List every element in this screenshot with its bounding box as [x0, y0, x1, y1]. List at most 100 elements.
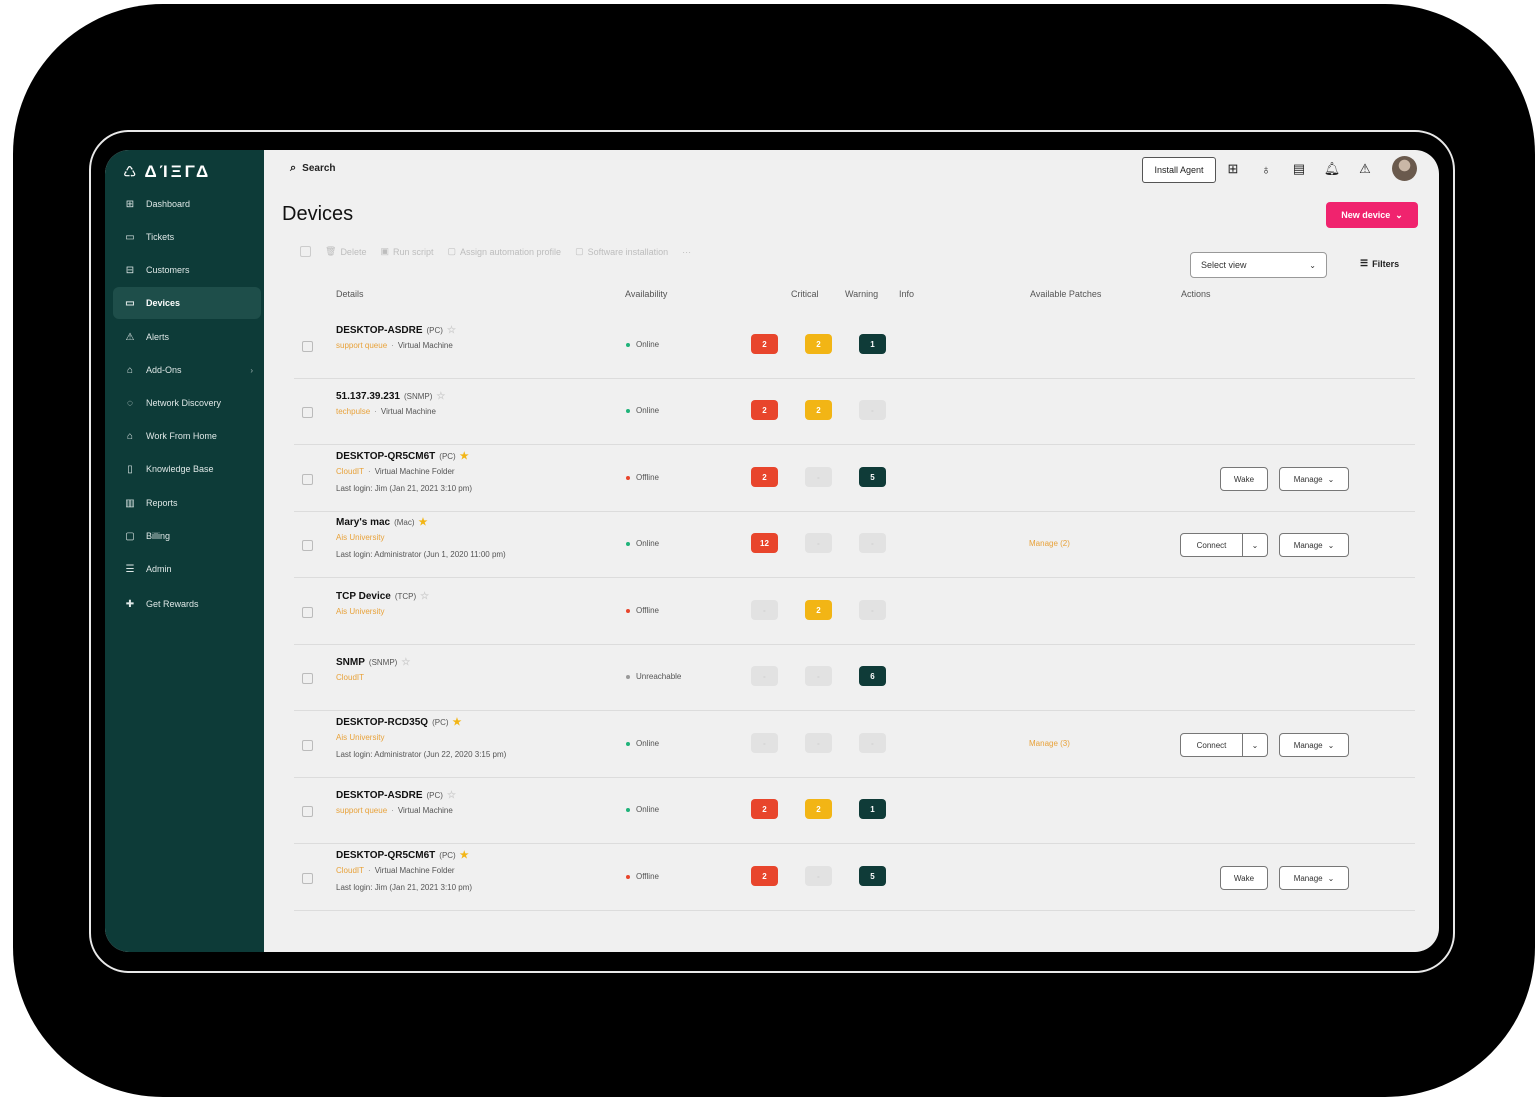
logo[interactable]: ♺ ΔΊΞΓΔ [123, 160, 211, 184]
row-checkbox[interactable] [302, 673, 313, 684]
warning-badge[interactable]: - [805, 533, 832, 553]
sidebar-item-alerts[interactable]: ⚠ Alerts [113, 321, 261, 353]
row-checkbox[interactable] [302, 740, 313, 751]
notes-icon[interactable]: ▤ [1290, 160, 1308, 178]
info-badge[interactable]: - [859, 600, 886, 620]
row-checkbox[interactable] [302, 341, 313, 352]
manage-button[interactable]: Manage ⌄ [1279, 467, 1349, 491]
critical-badge[interactable]: 12 [751, 533, 778, 553]
device-name[interactable]: TCP Device (TCP) ☆ [336, 591, 429, 602]
sidebar-item-admin[interactable]: ☰ Admin [113, 553, 261, 585]
manage-button[interactable]: Manage ⌄ [1279, 733, 1349, 757]
info-badge[interactable]: - [859, 733, 886, 753]
sidebar-item-customers[interactable]: ⊟ Customers [113, 254, 261, 286]
available-patches-link[interactable]: Manage (2) [1029, 539, 1070, 548]
star-outline-icon[interactable]: ☆ [420, 591, 429, 602]
manage-button[interactable]: Manage ⌄ [1279, 866, 1349, 890]
info-badge[interactable]: - [859, 533, 886, 553]
customer-link[interactable]: Ais University [336, 607, 384, 616]
critical-badge[interactable]: - [751, 666, 778, 686]
bulk-delete[interactable]: 🗑︎ Delete [325, 246, 366, 257]
critical-badge[interactable]: - [751, 733, 778, 753]
star-outline-icon[interactable]: ☆ [447, 325, 456, 336]
device-name[interactable]: DESKTOP-QR5CM6T (PC) ★ [336, 850, 469, 861]
new-device-button[interactable]: New device ⌄ [1326, 202, 1418, 228]
bell-icon[interactable]: 🔔︎ [1323, 160, 1341, 178]
critical-badge[interactable]: - [751, 600, 778, 620]
wake-button[interactable]: Wake [1220, 467, 1268, 491]
device-name[interactable]: SNMP (SNMP) ☆ [336, 657, 410, 668]
sidebar-item-add-ons[interactable]: ⌂ Add-Ons › [113, 354, 261, 386]
row-checkbox[interactable] [302, 607, 313, 618]
filters-button[interactable]: ☰ Filters [1360, 258, 1399, 269]
connect-button[interactable]: Connect ⌄ [1180, 533, 1268, 557]
star-outline-icon[interactable]: ☆ [401, 657, 410, 668]
search-bar[interactable]: ⌕ Search [290, 162, 336, 175]
install-agent-button[interactable]: Install Agent [1142, 157, 1216, 183]
device-name[interactable]: 51.137.39.231 (SNMP) ☆ [336, 391, 445, 402]
star-filled-icon[interactable]: ★ [460, 850, 469, 861]
available-patches-link[interactable]: Manage (3) [1029, 739, 1070, 748]
sidebar-item-work-from-home[interactable]: ⌂ Work From Home [113, 420, 261, 452]
critical-badge[interactable]: 2 [751, 400, 778, 420]
bulk-more[interactable]: ··· [682, 247, 691, 257]
bulk-run-script[interactable]: ▣ Run script [380, 246, 433, 257]
customer-link[interactable]: CloudIT [336, 467, 364, 476]
warning-badge[interactable]: - [805, 733, 832, 753]
customer-link[interactable]: Ais University [336, 533, 384, 542]
star-filled-icon[interactable]: ★ [460, 451, 469, 462]
connect-button[interactable]: Connect ⌄ [1180, 733, 1268, 757]
bulk-assign-profile[interactable]: ▢ Assign automation profile [447, 246, 561, 257]
device-name[interactable]: Mary's mac (Mac) ★ [336, 517, 428, 528]
star-outline-icon[interactable]: ☆ [447, 790, 456, 801]
warning-badge[interactable]: 2 [805, 334, 832, 354]
sidebar-item-get-rewards[interactable]: ✚ Get Rewards [113, 588, 261, 620]
sidebar-item-knowledge-base[interactable]: ▯ Knowledge Base [113, 453, 261, 485]
customer-link[interactable]: support queue [336, 806, 387, 815]
star-filled-icon[interactable]: ★ [419, 517, 428, 528]
row-checkbox[interactable] [302, 474, 313, 485]
sidebar-item-billing[interactable]: ▢ Billing [113, 520, 261, 552]
warning-badge[interactable]: 2 [805, 600, 832, 620]
wake-button[interactable]: Wake [1220, 866, 1268, 890]
device-name[interactable]: DESKTOP-ASDRE (PC) ☆ [336, 325, 456, 336]
warning-badge[interactable]: - [805, 666, 832, 686]
sidebar-item-devices[interactable]: ▭ Devices [113, 287, 261, 319]
device-name[interactable]: DESKTOP-ASDRE (PC) ☆ [336, 790, 456, 801]
warning-icon[interactable]: ⚠ [1356, 160, 1374, 178]
chevron-down-icon[interactable]: ⌄ [1242, 534, 1267, 556]
info-badge[interactable]: 5 [859, 866, 886, 886]
warning-badge[interactable]: 2 [805, 799, 832, 819]
critical-badge[interactable]: 2 [751, 467, 778, 487]
sidebar-item-reports[interactable]: ▥ Reports [113, 487, 261, 519]
critical-badge[interactable]: 2 [751, 334, 778, 354]
star-outline-icon[interactable]: ☆ [436, 391, 445, 402]
manage-button[interactable]: Manage ⌄ [1279, 533, 1349, 557]
critical-badge[interactable]: 2 [751, 866, 778, 886]
critical-badge[interactable]: 2 [751, 799, 778, 819]
avatar[interactable] [1392, 156, 1417, 181]
device-name[interactable]: DESKTOP-RCD35Q (PC) ★ [336, 717, 461, 728]
customer-link[interactable]: CloudIT [336, 673, 364, 682]
star-filled-icon[interactable]: ★ [453, 717, 462, 728]
info-badge[interactable]: - [859, 400, 886, 420]
bulk-software-install[interactable]: ▢ Software installation [575, 246, 668, 257]
row-checkbox[interactable] [302, 540, 313, 551]
select-view-dropdown[interactable]: Select view ⌄ [1190, 252, 1327, 278]
plus-icon[interactable]: ⊞ [1224, 160, 1242, 178]
row-checkbox[interactable] [302, 873, 313, 884]
select-all-checkbox[interactable] [300, 246, 311, 257]
warning-badge[interactable]: - [805, 866, 832, 886]
info-badge[interactable]: 6 [859, 666, 886, 686]
customer-link[interactable]: Ais University [336, 733, 384, 742]
lightbulb-icon[interactable]: ♁ [1257, 160, 1275, 178]
customer-link[interactable]: support queue [336, 341, 387, 350]
sidebar-item-dashboard[interactable]: ⊞ Dashboard [113, 188, 261, 220]
info-badge[interactable]: 1 [859, 334, 886, 354]
device-name[interactable]: DESKTOP-QR5CM6T (PC) ★ [336, 451, 469, 462]
info-badge[interactable]: 5 [859, 467, 886, 487]
customer-link[interactable]: CloudIT [336, 866, 364, 875]
sidebar-item-tickets[interactable]: ▭ Tickets [113, 221, 261, 253]
row-checkbox[interactable] [302, 806, 313, 817]
chevron-down-icon[interactable]: ⌄ [1242, 734, 1267, 756]
